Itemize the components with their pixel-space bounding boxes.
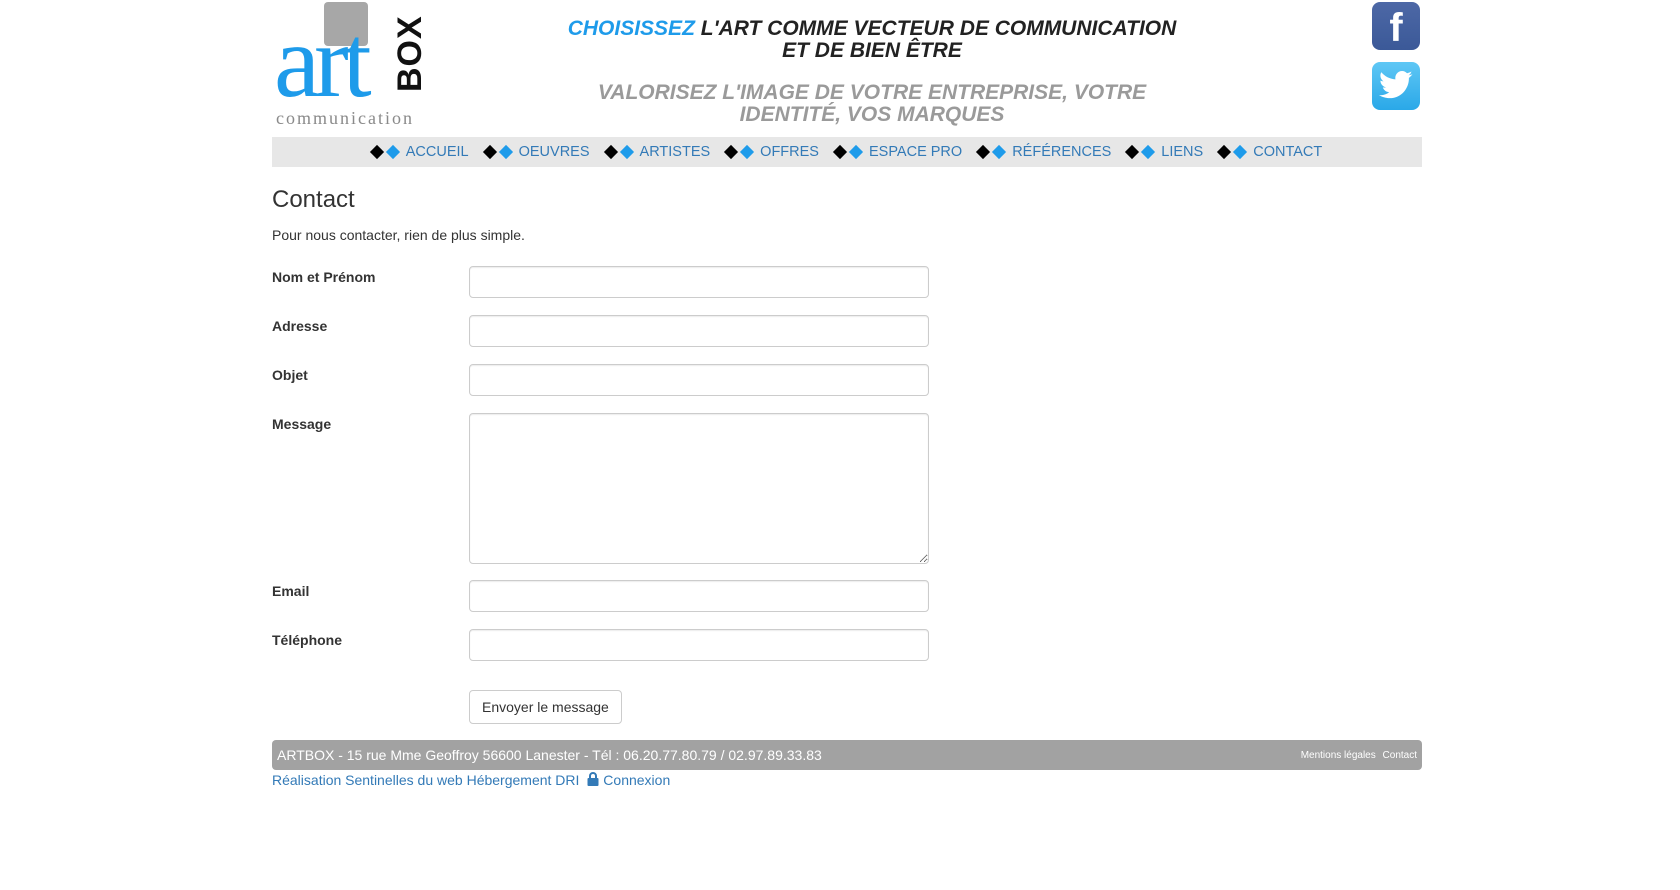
page-title: Contact: [272, 186, 355, 213]
diamond-blue-icon: [740, 144, 755, 160]
header-slogan: CHOISISSEZ L'ART COMME VECTEUR DE COMMUN…: [562, 18, 1182, 126]
footer-link-mentions-legales[interactable]: Mentions légales: [1301, 750, 1376, 761]
address-input[interactable]: [469, 315, 929, 347]
nav-item-contact[interactable]: CONTACT: [1217, 144, 1323, 160]
diamond-black-icon: [724, 144, 739, 160]
connexion-link[interactable]: Connexion: [603, 772, 670, 788]
diamond-black-icon: [976, 144, 991, 160]
diamond-black-icon: [603, 144, 618, 160]
email-input[interactable]: [469, 580, 929, 612]
nav-label: OFFRES: [760, 144, 819, 160]
diamond-blue-icon: [1233, 144, 1248, 160]
diamond-blue-icon: [1141, 144, 1156, 160]
nav-label: LIENS: [1161, 144, 1204, 160]
subject-label: Objet: [272, 367, 308, 383]
nav-item-liens[interactable]: LIENS: [1125, 144, 1204, 160]
name-label: Nom et Prénom: [272, 269, 376, 285]
twitter-button[interactable]: [1372, 62, 1420, 110]
diamond-blue-icon: [848, 144, 864, 160]
footer-link-contact[interactable]: Contact: [1383, 750, 1417, 761]
main-nav: ACCUEIL OEUVRES ARTISTES OFFRES ESPACE P…: [272, 137, 1422, 167]
nav-item-artistes[interactable]: ARTISTES: [603, 144, 711, 160]
footer-credits: Réalisation Sentinelles du web Hébergeme…: [272, 772, 670, 788]
diamond-blue-icon: [992, 144, 1007, 160]
diamond-black-icon: [832, 144, 848, 160]
nav-label: ESPACE PRO: [868, 144, 963, 160]
slogan-line-1: CHOISISSEZ L'ART COMME VECTEUR DE COMMUN…: [562, 18, 1182, 62]
nav-item-offres[interactable]: OFFRES: [724, 144, 819, 160]
diamond-black-icon: [1125, 144, 1140, 160]
nav-item-espace-pro[interactable]: ESPACE PRO: [832, 144, 963, 160]
slogan-line-2: VALORISEZ L'IMAGE DE VOTRE ENTREPRISE, V…: [597, 81, 1147, 126]
footer-links: Mentions légales Contact: [1297, 750, 1417, 761]
nav-item-accueil[interactable]: ACCUEIL: [369, 144, 469, 160]
slogan-highlight: CHOISISSEZ: [567, 17, 695, 40]
diamond-black-icon: [482, 144, 497, 160]
nav-item-oeuvres[interactable]: OEUVRES: [482, 144, 590, 160]
page-container: art BOX communication CHOISISSEZ L'ART C…: [272, 0, 1422, 890]
nav-label: ACCUEIL: [405, 144, 469, 160]
page-intro: Pour nous contacter, rien de plus simple…: [272, 227, 525, 243]
facebook-button[interactable]: f: [1372, 2, 1420, 50]
nav-label: CONTACT: [1253, 144, 1323, 160]
message-textarea[interactable]: [469, 413, 929, 564]
diamond-black-icon: [369, 144, 384, 160]
diamond-blue-icon: [498, 144, 513, 160]
twitter-icon: [1379, 70, 1413, 99]
footer-address: ARTBOX - 15 rue Mme Geoffroy 56600 Lanes…: [277, 747, 822, 763]
diamond-black-icon: [1217, 144, 1232, 160]
lock-icon: [587, 772, 599, 786]
message-label: Message: [272, 416, 332, 432]
logo-box-text: BOX: [391, 15, 429, 92]
facebook-icon: f: [1389, 6, 1403, 50]
diamond-blue-icon: [619, 144, 634, 160]
nav-item-references[interactable]: RÉFÉRENCES: [976, 144, 1112, 160]
artbox-logo[interactable]: art BOX communication: [274, 2, 434, 128]
phone-label: Téléphone: [272, 632, 343, 648]
logo-art-text: art: [274, 4, 372, 119]
name-input[interactable]: [469, 266, 929, 298]
nav-label: ARTISTES: [639, 144, 711, 160]
credit-hebergement-link[interactable]: Hébergement DRI: [467, 772, 580, 788]
logo-communication-text: communication: [276, 108, 414, 128]
nav-label: OEUVRES: [518, 144, 590, 160]
nav-label: RÉFÉRENCES: [1012, 144, 1112, 160]
slogan-line-1-rest: L'ART COMME VECTEUR DE COMMUNICATION ET …: [700, 17, 1177, 62]
phone-input[interactable]: [469, 629, 929, 661]
address-label: Adresse: [272, 318, 328, 334]
email-label: Email: [272, 583, 310, 599]
diamond-blue-icon: [385, 144, 400, 160]
subject-input[interactable]: [469, 364, 929, 396]
send-message-button[interactable]: Envoyer le message: [469, 690, 622, 724]
footer-bar: ARTBOX - 15 rue Mme Geoffroy 56600 Lanes…: [272, 740, 1422, 770]
credit-realisation-link[interactable]: Réalisation Sentinelles du web: [272, 772, 463, 788]
